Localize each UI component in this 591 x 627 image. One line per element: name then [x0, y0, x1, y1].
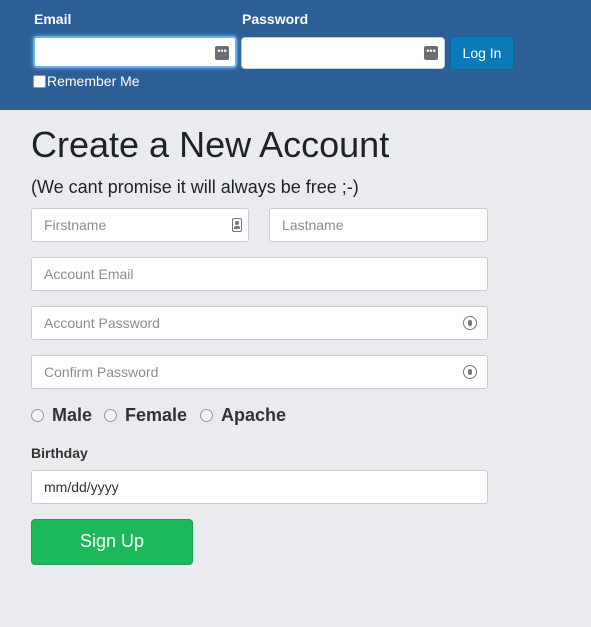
birthday-label: Birthday [31, 445, 88, 461]
lastname-input[interactable]: Lastname [269, 208, 488, 242]
remember-me[interactable]: Remember Me [33, 73, 140, 89]
key-icon[interactable]: ••• [424, 46, 438, 60]
gender-option-apache[interactable]: Apache [200, 404, 286, 426]
key-icon[interactable]: ••• [215, 46, 229, 60]
signup-button[interactable]: Sign Up [31, 519, 193, 565]
apache-radio[interactable] [200, 408, 213, 422]
account-password-placeholder: Account Password [44, 315, 160, 331]
login-password-input[interactable]: ••• [241, 37, 445, 69]
gender-option-female[interactable]: Female [104, 404, 187, 426]
remember-me-checkbox[interactable] [33, 74, 46, 88]
confirm-password-placeholder: Confirm Password [44, 364, 159, 380]
password-lock-icon[interactable] [463, 316, 477, 330]
confirm-password-input[interactable]: Confirm Password [31, 355, 488, 389]
login-email-input[interactable]: ••• [33, 36, 237, 68]
login-header: Email Password ••• ••• Log In Remember M… [0, 0, 591, 110]
birthday-input[interactable]: mm/dd/yyyy [31, 470, 488, 504]
login-button[interactable]: Log In [450, 36, 514, 70]
email-label: Email [34, 11, 72, 27]
male-radio[interactable] [31, 408, 44, 422]
remember-me-label: Remember Me [47, 73, 140, 89]
birthday-value: mm/dd/yyyy [44, 479, 119, 495]
password-label: Password [242, 11, 309, 27]
lastname-placeholder: Lastname [282, 217, 344, 233]
female-radio[interactable] [104, 408, 117, 422]
page-title: Create a New Account [31, 124, 390, 165]
male-label: Male [52, 404, 93, 425]
firstname-placeholder: Firstname [44, 217, 107, 233]
password-lock-icon[interactable] [463, 365, 477, 379]
account-email-input[interactable]: Account Email [31, 257, 488, 291]
contact-card-icon[interactable] [232, 218, 242, 232]
account-email-placeholder: Account Email [44, 266, 134, 282]
page-subtitle: (We cant promise it will always be free … [31, 177, 359, 197]
account-password-input[interactable]: Account Password [31, 306, 488, 340]
firstname-input[interactable]: Firstname [31, 208, 249, 242]
apache-label: Apache [221, 404, 287, 425]
female-label: Female [125, 404, 188, 425]
gender-option-male[interactable]: Male [31, 404, 92, 426]
